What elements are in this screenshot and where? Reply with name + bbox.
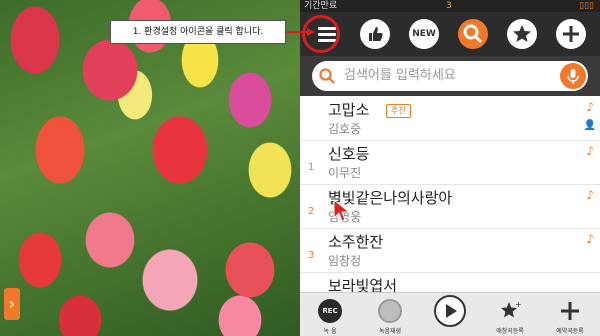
record-label: 녹 음 — [323, 328, 337, 335]
favorite-register-label: 애창곡등록 — [496, 328, 524, 335]
search-bar: 검색어를 입력하세요 — [300, 56, 600, 96]
song-number: 3 — [308, 250, 315, 261]
star-add-icon: + — [501, 300, 522, 318]
song-artist: 임창정 — [328, 254, 362, 268]
search-field-icon — [319, 68, 335, 84]
user-icon[interactable]: 👤 — [584, 120, 596, 131]
song-artist: 이무진 — [328, 166, 362, 180]
svg-text:+: + — [515, 300, 522, 309]
song-title: 소주한잔 — [328, 233, 384, 251]
microphone-icon — [567, 69, 579, 84]
playback-label: 녹음재생 — [378, 328, 402, 335]
music-note-icon[interactable]: ♪ — [586, 144, 594, 158]
music-note-icon[interactable]: ♪ — [586, 100, 594, 114]
song-list: 고맙소 추천 김호중 ♪ 👤 1 신호등 이무진 ♪ 2 별빛같은나의사랑아 임… — [300, 96, 600, 292]
star-icon — [513, 25, 531, 42]
song-title: 신호등 — [328, 145, 370, 163]
plus-icon — [563, 26, 579, 42]
favorites-button[interactable] — [507, 19, 537, 49]
list-item[interactable]: 고맙소 추천 김호중 ♪ 👤 — [300, 96, 600, 141]
callout-arrow-icon — [285, 28, 315, 36]
record-button[interactable]: REC 녹 음 — [302, 295, 358, 336]
list-item[interactable]: 1 신호등 이무진 ♪ — [300, 140, 600, 185]
new-button[interactable]: NEW — [409, 19, 439, 49]
rec-icon: REC — [318, 299, 342, 323]
tulip-photo: › — [0, 0, 300, 336]
favorite-register-button[interactable]: + 애창곡등록 — [482, 295, 538, 336]
status-bar: 기간만료 3 ▯▯▯ — [300, 0, 600, 12]
music-note-icon[interactable]: ♪ — [586, 188, 594, 202]
bottom-bar: REC 녹 음 녹음재생 + 애창곡등록 예약곡등록 — [300, 292, 600, 336]
song-title: 보라빛엽서 — [328, 277, 398, 292]
reserve-label: 예약곡등록 — [556, 328, 584, 335]
search-button[interactable] — [458, 19, 488, 49]
thumbs-up-button[interactable] — [360, 19, 390, 49]
battery-icon: ▯▯▯ — [579, 1, 594, 11]
song-title: 고맙소 — [328, 101, 370, 119]
status-left-text: 기간만료 — [304, 1, 338, 11]
song-artist: 김호중 — [328, 122, 362, 136]
recommend-badge: 추천 — [386, 104, 411, 118]
list-item[interactable]: 3 소주한잔 임창정 ♪ — [300, 228, 600, 273]
plus-icon — [561, 302, 579, 320]
search-input[interactable]: 검색어를 입력하세요 — [312, 61, 588, 91]
reserve-button[interactable]: 예약곡등록 — [542, 295, 598, 336]
music-note-icon[interactable]: ♪ — [586, 232, 594, 246]
status-count: 3 — [446, 1, 452, 11]
play-icon — [434, 295, 466, 327]
play-button[interactable] — [422, 295, 478, 336]
add-button[interactable] — [556, 19, 586, 49]
song-number: 1 — [308, 162, 315, 173]
top-toolbar: NEW — [300, 12, 600, 56]
search-placeholder: 검색어를 입력하세요 — [344, 68, 456, 83]
thumbs-up-icon — [369, 27, 383, 41]
phone-screen: 기간만료 3 ▯▯▯ NEW 검색어를 입력하세요 고맙소 추천 김호중 ♪ 👤… — [300, 0, 600, 336]
next-arrow-icon[interactable]: › — [4, 288, 20, 320]
list-item[interactable]: 보라빛엽서 — [300, 272, 600, 292]
playback-button[interactable]: 녹음재생 — [362, 295, 418, 336]
disc-icon — [378, 299, 402, 323]
search-icon — [463, 24, 482, 43]
mouse-cursor-icon — [333, 199, 351, 222]
instruction-callout: 1. 환경설정 아이콘을 클릭 합니다. — [110, 20, 286, 44]
microphone-button[interactable] — [560, 63, 586, 89]
song-number: 2 — [308, 206, 315, 217]
